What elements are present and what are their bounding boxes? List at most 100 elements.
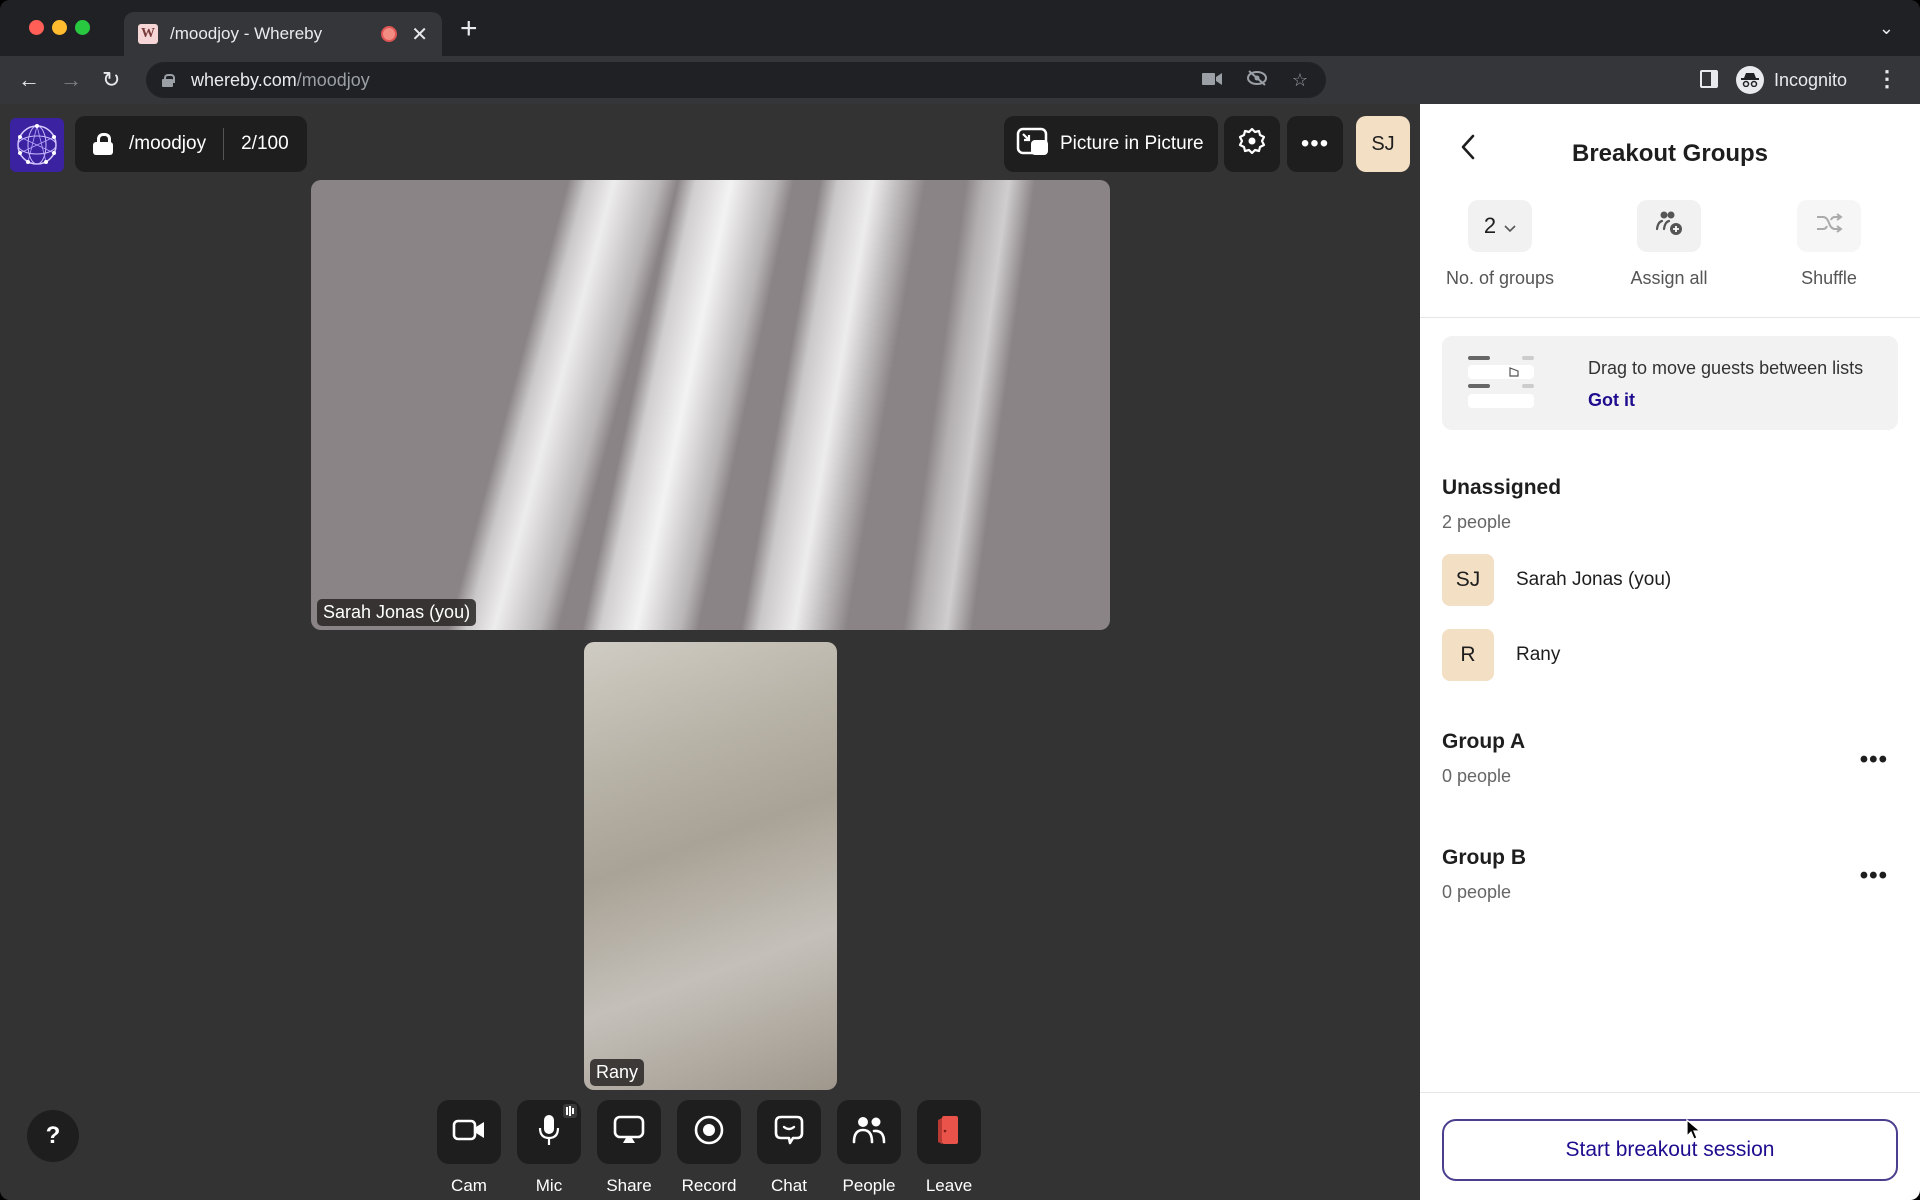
lock-icon	[93, 133, 113, 155]
room-info-pill[interactable]: /moodjoy 2/100	[75, 116, 307, 172]
control-label: People	[842, 1176, 896, 1195]
shuffle-button[interactable]: Shuffle	[1749, 200, 1909, 289]
incognito-icon	[1736, 66, 1764, 94]
tile-name-label: Sarah Jonas (you)	[317, 599, 477, 626]
record-button[interactable]: Record	[677, 1100, 741, 1196]
groups-value: 2	[1483, 213, 1497, 238]
close-window-button[interactable]	[29, 20, 44, 35]
tip-text: Drag to move guests between lists	[1588, 358, 1864, 378]
browser-tab[interactable]: W /moodjoy - Whereby ✕	[124, 12, 442, 56]
section-title: Group A	[1442, 730, 1526, 753]
camera-icon[interactable]	[1201, 70, 1222, 91]
video-tile-self[interactable]: Sarah Jonas (you)	[311, 180, 1110, 630]
divider	[223, 128, 225, 160]
url-host: whereby.com	[191, 69, 297, 90]
unassigned-section: Unassigned 2 people	[1442, 476, 1898, 533]
camera-icon	[452, 1118, 486, 1147]
recording-dot-icon	[381, 26, 398, 42]
user-avatar-button[interactable]: SJ	[1356, 116, 1410, 172]
lock-icon	[162, 73, 175, 87]
section-title: Unassigned	[1442, 476, 1562, 499]
start-breakout-session-button[interactable]: Start breakout session	[1442, 1119, 1898, 1181]
people-icon	[852, 1115, 886, 1150]
assign-label: Assign all	[1630, 268, 1708, 288]
control-label: Chat	[771, 1176, 807, 1195]
side-panel-icon[interactable]	[1700, 70, 1718, 88]
picture-in-picture-icon	[1016, 127, 1048, 161]
group-options-icon[interactable]: •••	[1860, 862, 1888, 890]
drag-illustration-icon	[1466, 354, 1536, 414]
assign-people-icon	[1653, 209, 1685, 243]
list-item[interactable]: SJ Sarah Jonas (you)	[1442, 554, 1671, 606]
eye-off-icon[interactable]	[1246, 69, 1268, 92]
chevron-down-icon	[1504, 213, 1516, 239]
person-name: Rany	[1516, 644, 1561, 665]
panel-title: Breakout Groups	[1571, 140, 1769, 167]
room-name: /moodjoy	[129, 133, 207, 154]
browser-menu-icon[interactable]: ⋮	[1876, 66, 1898, 92]
whereby-room: /moodjoy 2/100 Picture in Picture ••• SJ…	[0, 104, 1920, 1200]
forward-arrow-icon[interactable]: →	[60, 66, 82, 94]
audio-level-icon	[563, 1104, 577, 1118]
number-of-groups-select[interactable]: 2 No. of groups	[1420, 200, 1580, 289]
shuffle-icon	[1815, 212, 1843, 240]
url-path: /moodjoy	[296, 69, 370, 90]
reload-icon[interactable]: ↻	[102, 66, 120, 94]
mouse-cursor-icon	[1686, 1118, 1702, 1146]
section-title: Group B	[1442, 846, 1526, 869]
pip-label: Picture in Picture	[1060, 133, 1204, 154]
share-button[interactable]: Share	[597, 1100, 661, 1196]
got-it-link[interactable]: Got it	[1588, 390, 1635, 411]
close-icon[interactable]: ✕	[411, 22, 428, 47]
more-options-button[interactable]: •••	[1287, 116, 1343, 172]
section-count: 0 people	[1442, 882, 1512, 902]
control-label: Share	[606, 1176, 652, 1195]
avatar: SJ	[1442, 554, 1494, 606]
maximize-window-button[interactable]	[75, 20, 90, 35]
plus-icon[interactable]: +	[460, 14, 478, 44]
star-icon[interactable]: ☆	[1292, 70, 1308, 91]
gear-icon	[1237, 126, 1267, 162]
chat-icon	[773, 1114, 805, 1151]
address-bar[interactable]: whereby.com/moodjoy ☆	[146, 62, 1326, 98]
section-count: 0 people	[1442, 766, 1512, 786]
tab-strip: W /moodjoy - Whereby ✕ + ⌄	[0, 0, 1920, 56]
list-item[interactable]: R Rany	[1442, 629, 1560, 681]
tab-title: /moodjoy - Whereby	[170, 24, 323, 43]
chat-button[interactable]: Chat	[757, 1100, 821, 1196]
assign-all-button[interactable]: Assign all	[1589, 200, 1749, 289]
control-label: Cam	[451, 1176, 487, 1195]
person-name: Sarah Jonas (you)	[1516, 569, 1672, 590]
screen-share-icon	[613, 1115, 645, 1150]
leave-button[interactable]: Leave	[917, 1100, 981, 1196]
back-arrow-icon[interactable]: ←	[18, 66, 40, 94]
panel-footer: Start breakout session	[1420, 1092, 1920, 1200]
mic-button[interactable]: Mic	[517, 1100, 581, 1196]
settings-button[interactable]	[1224, 116, 1280, 172]
record-icon	[693, 1114, 725, 1151]
incognito-profile-button[interactable]: Incognito	[1736, 62, 1847, 98]
browser-toolbar: ← → ↻ whereby.com/moodjoy ☆ Incognito ⋮	[0, 56, 1920, 104]
whereby-favicon-icon: W	[138, 24, 158, 44]
participant-count: 2/100	[241, 133, 289, 154]
group-b-section: Group B 0 people •••	[1442, 846, 1898, 903]
control-label: Leave	[925, 1176, 973, 1195]
breakout-groups-panel: Breakout Groups 2 No. of groups Assign a…	[1420, 104, 1920, 1200]
section-count: 2 people	[1442, 512, 1512, 532]
drag-tip-banner: Drag to move guests between lists Got it	[1442, 336, 1898, 430]
video-tile-participant[interactable]: Rany	[584, 642, 837, 1090]
tile-name-label: Rany	[590, 1059, 645, 1086]
picture-in-picture-button[interactable]: Picture in Picture	[1004, 116, 1218, 172]
cam-button[interactable]: Cam	[437, 1100, 501, 1196]
control-label: Mic	[535, 1176, 563, 1195]
browser-window: W /moodjoy - Whereby ✕ + ⌄ ← → ↻ whereby…	[0, 0, 1920, 1200]
help-button[interactable]: ?	[27, 1110, 79, 1162]
chevron-down-icon[interactable]: ⌄	[1879, 18, 1894, 39]
profile-label: Incognito	[1774, 69, 1848, 90]
minimize-window-button[interactable]	[52, 20, 67, 35]
control-label: Record	[681, 1176, 737, 1195]
microphone-icon	[537, 1114, 561, 1151]
people-button[interactable]: People	[837, 1100, 901, 1196]
room-logo-icon[interactable]	[10, 118, 64, 172]
group-options-icon[interactable]: •••	[1860, 746, 1888, 774]
